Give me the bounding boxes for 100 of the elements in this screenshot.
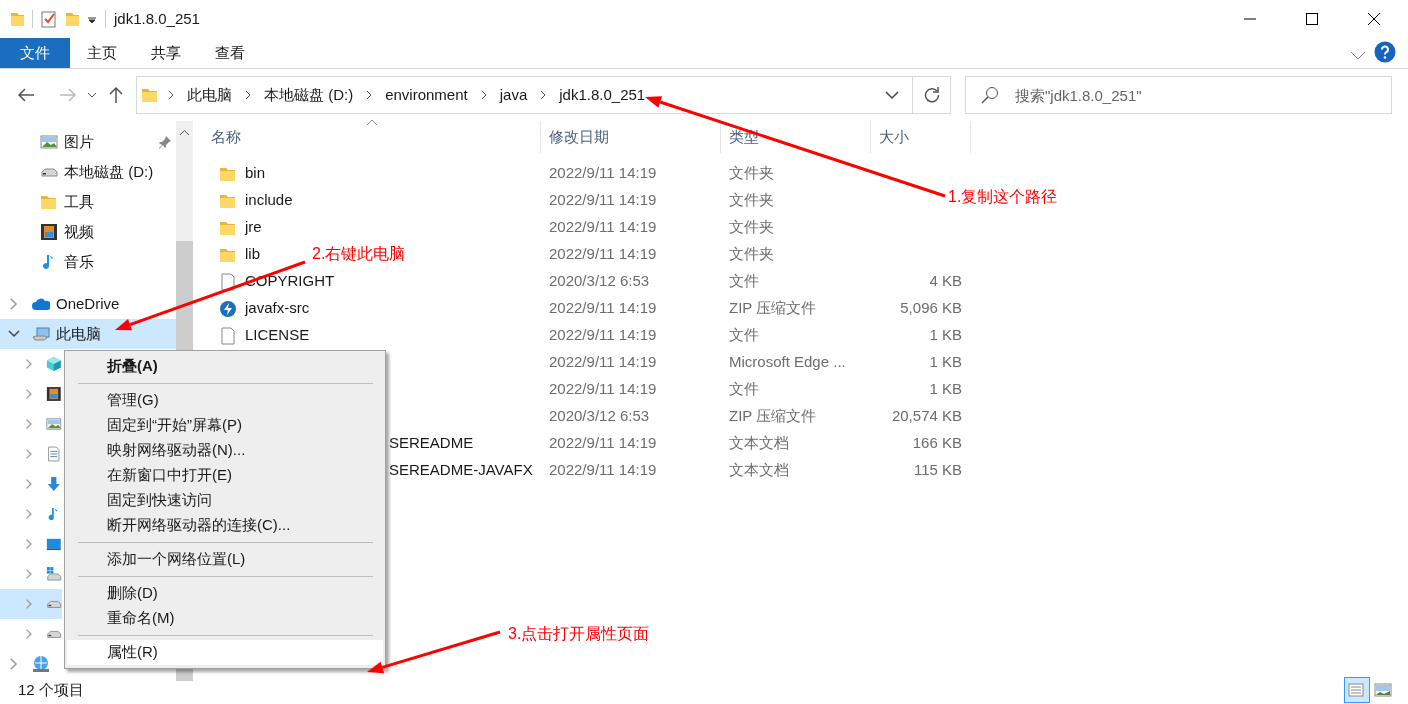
file-type: 文件夹 (728, 217, 775, 238)
breadcrumb-link[interactable]: 此电脑 (183, 83, 236, 107)
file-type: 文件夹 (728, 163, 775, 184)
modified-date: 2022/9/11 14:19 (548, 217, 658, 238)
nav-item[interactable]: 图片 (0, 127, 176, 157)
chevron-right-icon[interactable] (8, 298, 20, 310)
nav-item[interactable]: 此电脑 (0, 319, 176, 349)
nav-item[interactable]: OneDrive (0, 289, 176, 319)
breadcrumb-link[interactable]: jdk1.8.0_251 (555, 83, 650, 107)
file-name[interactable]: SEREADME (389, 432, 474, 455)
nav-item[interactable]: 工具 (0, 187, 176, 217)
file-type: 文件 (728, 271, 760, 292)
chevron-right-icon[interactable] (8, 658, 20, 670)
zip-icon (219, 299, 237, 318)
nav-item[interactable]: 本地磁盘 (D:) (0, 157, 176, 187)
large-icons-view-icon (1374, 682, 1392, 698)
menu-item[interactable]: 添加一个网络位置(L) (67, 547, 383, 572)
picture-icon (40, 133, 58, 151)
menu-item[interactable]: 删除(D) (67, 581, 383, 606)
file-name[interactable]: LICENSE (245, 324, 310, 347)
file-name[interactable]: bin (245, 162, 266, 185)
pin-icon[interactable] (158, 135, 172, 149)
file-size: 166 KB (911, 433, 962, 454)
nav-item[interactable]: 音乐 (0, 247, 176, 277)
file-name[interactable]: SEREADME-JAVAFX (389, 459, 533, 482)
menu-item[interactable]: 在新窗口中打开(E) (67, 463, 383, 488)
maximize-icon (1305, 13, 1318, 25)
forward-icon (59, 86, 77, 104)
details-view-icon (1348, 682, 1366, 698)
file-size: 20,574 KB (890, 406, 962, 427)
file-name[interactable]: javafx-src (245, 297, 310, 320)
new-folder-icon[interactable] (65, 10, 79, 28)
nav-label: 图片 (64, 131, 94, 152)
column-label: 修改日期 (549, 126, 609, 147)
menu-item[interactable]: 折叠(A) (67, 354, 383, 379)
menu-item[interactable]: 固定到快速访问 (67, 488, 383, 513)
nav-item[interactable]: 视频 (0, 217, 176, 247)
modified-date: 2020/3/12 6:53 (548, 406, 651, 427)
breadcrumb-link[interactable]: java (495, 83, 532, 107)
file-name[interactable]: include (245, 189, 293, 212)
menu-item[interactable]: 固定到“开始”屏幕(P) (67, 413, 383, 438)
menu-item[interactable]: 重命名(M) (67, 606, 383, 631)
chevron-down-icon[interactable] (8, 328, 20, 340)
refresh-button[interactable] (913, 76, 951, 114)
search-field[interactable]: 搜索"jdk1.8.0_251" (965, 76, 1392, 114)
details-view-button[interactable] (1344, 677, 1370, 703)
file-size: 4 KB (928, 271, 962, 292)
menu-item[interactable]: 管理(G) (67, 388, 383, 413)
ribbon-tab[interactable]: 文件 (0, 38, 70, 68)
menu-item[interactable]: 属性(R) (67, 640, 383, 665)
address-bar[interactable]: 此电脑 本地磁盘 (D:) environment java jdk1.8.0_251 (136, 76, 913, 114)
file-type: 文本文档 (728, 460, 790, 481)
search-icon (981, 86, 999, 104)
picture-icon (46, 415, 62, 433)
column-label: 名称 (211, 126, 241, 147)
column-header[interactable]: 名称 (203, 121, 541, 153)
breadcrumb-link[interactable]: environment (381, 83, 472, 107)
item-count: 12 个项目 (18, 679, 84, 700)
folder-icon (141, 86, 159, 104)
expand-ribbon-icon[interactable] (1350, 51, 1366, 61)
column-header[interactable]: 修改日期 (541, 121, 721, 153)
window-title: jdk1.8.0_251 (114, 8, 200, 29)
ribbon-tab[interactable]: 查看 (198, 38, 262, 68)
folder-icon[interactable] (10, 10, 24, 28)
chevron-right-icon (539, 89, 548, 101)
download-arrow-icon (46, 475, 62, 493)
file-icon (219, 326, 237, 345)
nav-label: 此电脑 (56, 323, 101, 344)
file-type: Microsoft Edge ... (728, 352, 847, 373)
close-icon (1367, 13, 1380, 25)
file-name[interactable]: lib (245, 243, 260, 266)
file-type: 文件 (728, 379, 760, 400)
modified-date: 2020/3/12 6:53 (548, 271, 651, 292)
chevron-right-icon (244, 89, 252, 101)
file-type: 文件夹 (728, 190, 775, 211)
menu-item[interactable]: 断开网络驱动器的连接(C)... (67, 513, 383, 538)
modified-date: 2022/9/11 14:19 (548, 460, 658, 481)
menu-item[interactable]: 映射网络驱动器(N)... (67, 438, 383, 463)
modified-date: 2022/9/11 14:19 (548, 325, 658, 346)
file-icon (219, 272, 237, 291)
ribbon-tab[interactable]: 共享 (134, 38, 198, 68)
ribbon-tab[interactable]: 主页 (70, 38, 134, 68)
file-size: 1 KB (928, 325, 962, 346)
properties-icon[interactable] (41, 10, 57, 28)
file-type: ZIP 压缩文件 (728, 298, 818, 319)
chevron-down-icon (87, 92, 97, 98)
help-icon[interactable] (1374, 41, 1396, 63)
modified-date: 2022/9/11 14:19 (548, 298, 658, 319)
modified-date: 2022/9/11 14:19 (548, 352, 658, 373)
nav-label: OneDrive (56, 293, 120, 314)
chevron-right-icon (167, 89, 175, 101)
document-icon (46, 445, 62, 463)
cube-icon (46, 355, 62, 373)
breadcrumb-link[interactable]: 本地磁盘 (D:) (260, 83, 358, 107)
modified-date: 2022/9/11 14:19 (548, 433, 658, 454)
file-name[interactable]: jre (245, 216, 262, 239)
column-header[interactable]: 大小 (871, 121, 971, 153)
file-type: 文件夹 (728, 244, 775, 265)
file-type: 文本文档 (728, 433, 790, 454)
annotation-text: 3.点击打开属性页面 (508, 624, 650, 644)
